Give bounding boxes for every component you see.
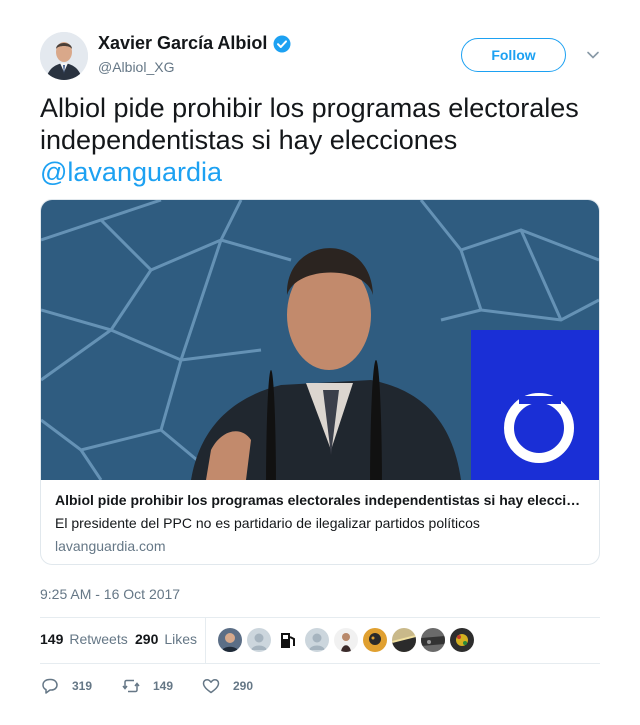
tweet-stats: 149 Retweets 290 Likes — [40, 617, 600, 663]
retweets-label: Retweets — [69, 631, 128, 647]
card-domain: lavanguardia.com — [55, 538, 166, 554]
liker-avatar[interactable] — [363, 628, 387, 652]
retweets-stat[interactable]: 149 Retweets — [40, 631, 128, 647]
tweet-actions: 319 149 290 — [40, 672, 600, 702]
likes-count: 290 — [135, 631, 159, 647]
liker-avatar[interactable] — [247, 628, 271, 652]
follow-button[interactable]: Follow — [461, 38, 566, 72]
likes-stat[interactable]: 290 Likes — [135, 631, 197, 647]
author-name[interactable]: Xavier García Albiol — [98, 33, 267, 54]
liker-avatar[interactable] — [450, 628, 474, 652]
retweet-button[interactable]: 149 — [121, 676, 173, 696]
liker-avatar[interactable] — [421, 628, 445, 652]
divider — [40, 663, 600, 664]
retweet-count: 149 — [153, 679, 174, 693]
like-button[interactable]: 290 — [201, 676, 253, 696]
likes-label: Likes — [164, 631, 198, 647]
liker-avatar[interactable] — [305, 628, 329, 652]
mention-link[interactable]: @lavanguardia — [40, 157, 222, 187]
card-title[interactable]: Albiol pide prohibir los programas elect… — [55, 492, 585, 508]
tweet-timestamp[interactable]: 9:25 AM - 16 Oct 2017 — [40, 586, 180, 602]
card-image[interactable] — [41, 200, 599, 480]
tweet-header: Xavier García Albiol @Albiol_XG Follow — [40, 30, 600, 82]
verified-badge-icon — [273, 35, 291, 53]
card-description: El presidente del PPC no es partidario d… — [55, 515, 480, 531]
author-avatar[interactable] — [40, 32, 88, 80]
reply-icon — [42, 678, 58, 694]
retweet-icon — [122, 679, 140, 693]
reply-button[interactable]: 319 — [40, 676, 92, 696]
liker-avatar[interactable] — [334, 628, 358, 652]
tweet-text: Albiol pide prohibir los programas elect… — [40, 92, 605, 188]
author-handle[interactable]: @Albiol_XG — [98, 59, 174, 75]
retweets-count: 149 — [40, 631, 64, 647]
chevron-down-icon[interactable] — [586, 48, 600, 62]
stats-divider — [205, 617, 206, 663]
liker-avatar[interactable] — [392, 628, 416, 652]
link-card[interactable]: Albiol pide prohibir los programas elect… — [40, 199, 600, 565]
liker-avatar[interactable] — [276, 628, 300, 652]
liker-avatar[interactable] — [218, 628, 242, 652]
reply-count: 319 — [72, 679, 93, 693]
tweet-body: Albiol pide prohibir los programas elect… — [40, 93, 579, 155]
like-count: 290 — [233, 679, 254, 693]
heart-icon — [202, 678, 220, 694]
author-name-row: Xavier García Albiol — [98, 33, 291, 54]
